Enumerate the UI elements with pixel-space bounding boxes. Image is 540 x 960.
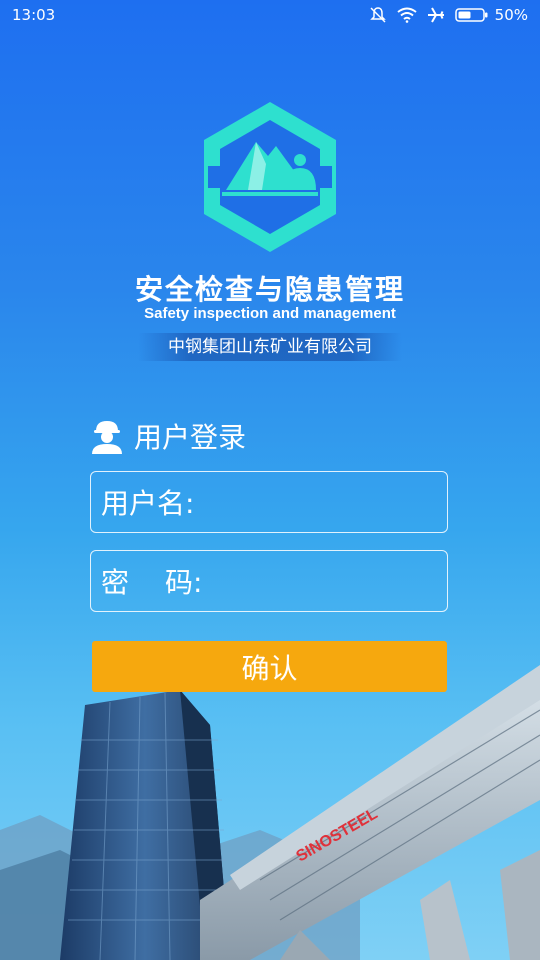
username-field[interactable]: 用户名: [90,471,448,533]
status-icons: 50% [369,6,528,24]
app-title: 安全检查与隐患管理 [134,273,405,306]
battery-percent: 50% [494,6,528,24]
status-bar: 13:03 50% [0,0,540,30]
worker-helmet-icon [92,421,122,454]
battery-indicator: 50% [454,6,528,24]
login-heading: 用户登录 [90,416,246,456]
battery-icon [454,8,488,22]
status-time: 13:03 [12,6,56,24]
username-input[interactable] [194,487,447,517]
password-label-first: 密 [101,566,130,599]
wifi-icon [397,7,417,23]
notification-off-icon [369,7,386,23]
confirm-button[interactable]: 确认 [92,641,447,692]
app-logo-icon [204,102,336,252]
password-label-second: 码: [165,566,203,599]
username-label: 用户名: [101,487,195,520]
password-input[interactable] [202,566,447,596]
company-name: 中钢集团山东矿业有限公司 [138,333,402,361]
password-field[interactable]: 密 码: [90,550,448,612]
app-subtitle: Safety inspection and management [144,305,396,322]
login-heading-text: 用户登录 [134,421,247,454]
airplane-icon [427,7,444,23]
login-screen: SINOSTEEL 13:03 50% 安全检查与隐患管理 Safety ins… [0,0,540,960]
